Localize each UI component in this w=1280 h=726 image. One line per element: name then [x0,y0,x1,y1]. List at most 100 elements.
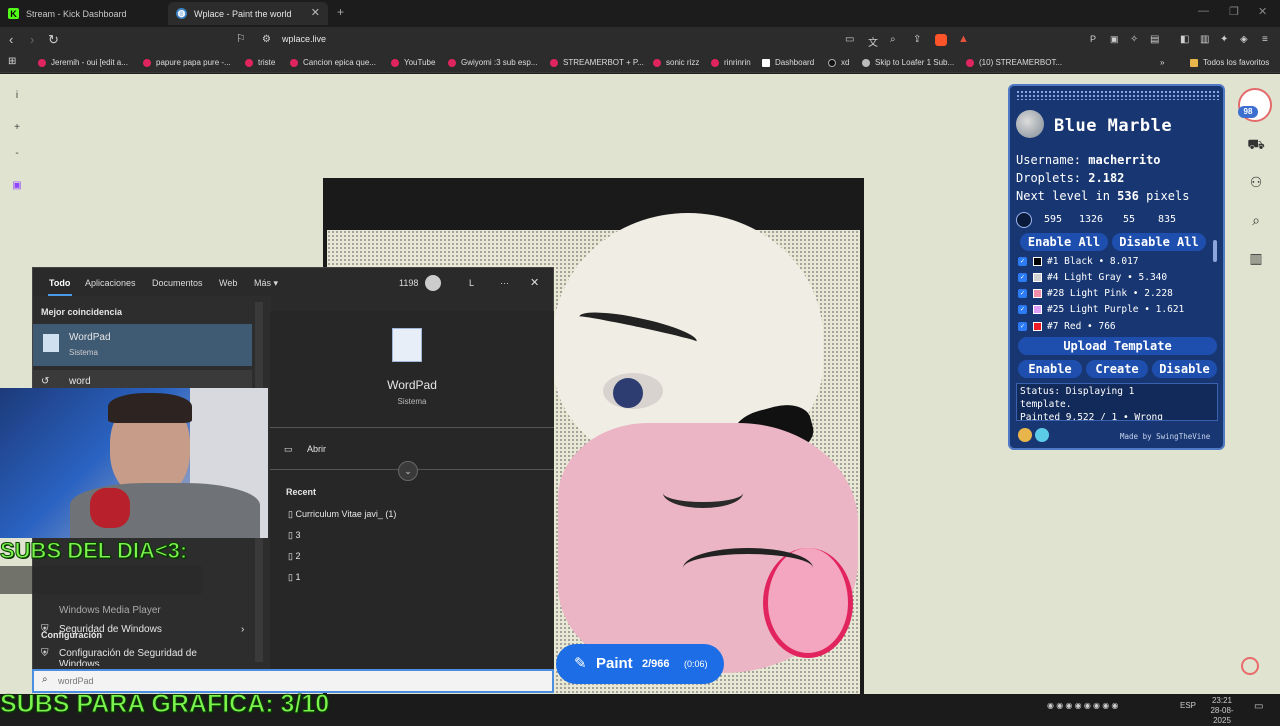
recent-item[interactable]: ▯ 1 [288,572,300,583]
coordinate-pin-icon[interactable] [1016,212,1032,228]
color-row[interactable]: ✓ #4 Light Gray • 5.340 [1018,269,1167,285]
wallet-icon[interactable]: ▥ [1200,34,1209,45]
info-button[interactable]: i [8,86,26,104]
search-tab-more[interactable]: Más ▾ [254,278,278,289]
menu-icon[interactable]: ≡ [1262,34,1268,45]
all-bookmarks[interactable]: Todos los favoritos [1190,58,1269,67]
users-icon[interactable]: ⚇ [1244,170,1268,194]
recent-item[interactable]: ▯ Curriculum Vitae javi_ (1) [288,509,396,520]
tray-icons[interactable]: ◉ ◉ ◉ ◉ ◉ ◉ ◉ ◉ [1047,701,1118,710]
search-tab-apps[interactable]: Aplicaciones [85,278,136,288]
search-map-icon[interactable]: ⌕ [1244,208,1268,232]
screen-icon[interactable]: ▭ [845,34,854,45]
wmp-item[interactable]: Windows Media Player [59,605,161,616]
bookmark-item[interactable]: Jeremih - oui [edit a... [38,58,128,67]
coord-tile-x[interactable]: 595 [1034,214,1072,228]
bookmark-item[interactable]: Cancion epica que... [290,58,376,67]
disable-button[interactable]: Disable [1152,360,1217,378]
color-row[interactable]: ✓ #1 Black • 8.017 [1018,253,1139,269]
color-list-scrollbar[interactable] [1213,240,1217,262]
coord-pixel-x[interactable]: 55 [1110,214,1148,228]
zoom-in-button[interactable]: + [8,118,26,136]
more-options-icon[interactable]: ··· [500,278,509,288]
blue-marble-logo-icon[interactable] [1016,110,1044,138]
settings-icon[interactable] [1035,428,1049,442]
bookmark-item[interactable]: STREAMERBOT + P... [550,58,644,67]
twitch-icon[interactable]: ▣ [8,176,26,194]
reload-icon[interactable]: ↻ [48,32,59,48]
status-box[interactable]: Status: Displaying 1 template. Painted 9… [1016,383,1218,421]
enable-all-button[interactable]: Enable All [1020,233,1108,251]
close-tab-icon[interactable]: ✕ [311,6,320,19]
translate-icon[interactable]: 文 [868,34,878,49]
bookmark-item[interactable]: triste [245,58,275,67]
search-tab-all[interactable]: Todo [49,278,70,288]
color-row[interactable]: ✓ #25 Light Purple • 1.621 [1018,301,1184,317]
back-icon[interactable]: ‹ [9,32,13,47]
best-match-item[interactable]: WordPad Sistema [33,324,252,366]
clock[interactable]: 23:21 28-08-2025 [1202,696,1242,726]
coord-tile-y[interactable]: 1326 [1072,214,1110,228]
bookmark-item[interactable]: xd [828,58,849,67]
config-item[interactable]: ⛨ Seguridad de Windows › [33,620,253,640]
emoji-icon[interactable] [1018,428,1032,442]
paint-button[interactable]: ✎ Paint 2/966 (0:06) [556,644,724,684]
disable-all-button[interactable]: Disable All [1112,233,1206,251]
leo-icon[interactable]: ✦ [1220,34,1228,45]
locate-icon[interactable] [1241,657,1259,675]
rewards-points[interactable]: 1198 [399,278,418,288]
forward-icon[interactable]: › [30,32,34,47]
account-avatar[interactable]: L [469,278,474,288]
tab-wplace[interactable]: ◍ Wplace - Paint the world ✕ [168,2,328,25]
bookmark-item[interactable]: Dashboard [762,58,814,67]
bookmark-item[interactable]: sonic rizz [653,58,699,67]
minimize-icon[interactable]: — [1198,5,1209,17]
zoom-out-button[interactable]: - [8,144,26,162]
search-tab-documents[interactable]: Documentos [152,278,203,288]
bookmark-item[interactable]: Gwiyomi :3 sub esp... [448,58,537,67]
url-text[interactable]: wplace.live [282,34,326,44]
open-action[interactable]: ▭ Abrir [284,439,484,455]
rewards-icon[interactable] [425,275,441,291]
search-tab-web[interactable]: Web [219,278,237,288]
bookmark-item[interactable]: YouTube [391,58,435,67]
close-window-icon[interactable]: ✕ [1258,5,1267,18]
bookmark-icon[interactable]: ⚐ [236,32,246,45]
coord-pixel-y[interactable]: 835 [1148,214,1186,228]
puzzle-icon[interactable]: ✧ [1130,34,1138,45]
create-button[interactable]: Create [1086,360,1148,378]
maximize-icon[interactable]: ❐ [1229,5,1239,18]
enable-button[interactable]: Enable [1018,360,1082,378]
recent-item[interactable]: ▯ 2 [288,551,300,562]
sidebar-icon[interactable]: ◧ [1180,34,1189,45]
vpn-icon[interactable]: ◈ [1240,34,1248,45]
bookmark-item[interactable]: rinrinrin [711,58,751,67]
bookmark-item[interactable]: papure papa pure -... [143,58,231,67]
bookmark-item[interactable]: (10) STREAMERBOT... [966,58,1062,67]
notification-icon[interactable]: ▭ [1254,701,1263,712]
leaderboard-icon[interactable]: ▥ [1244,246,1268,270]
drag-handle[interactable] [1016,90,1219,100]
more-bookmarks-icon[interactable]: » [1160,58,1164,67]
cart-icon[interactable]: ⛟ [1244,132,1268,156]
close-search-icon[interactable]: ✕ [530,276,539,289]
config-item[interactable]: ⛨ Configuración de Seguridad de Windows [33,646,253,666]
apps-icon[interactable]: ⊞ [8,56,16,67]
bookmark-item[interactable]: Skip to Loafer 1 Sub... [862,58,954,67]
expand-chevron-icon[interactable]: ⌄ [398,461,418,481]
upload-template-button[interactable]: Upload Template [1018,337,1217,355]
zoom-icon[interactable]: ⌕ [890,34,896,45]
extension-p-icon[interactable]: P [1090,34,1096,44]
extension-icon[interactable]: ▣ [1110,34,1119,45]
language-indicator[interactable]: ESP [1180,701,1196,710]
new-tab-icon[interactable]: + [337,5,344,19]
share-icon[interactable]: ⇪ [913,34,921,45]
color-row[interactable]: ✓ #28 Light Pink • 2.228 [1018,285,1173,301]
brave-rewards-icon[interactable]: ▲ [958,33,969,45]
media-icon[interactable]: ▤ [1150,34,1159,45]
recent-item[interactable]: ▯ 3 [288,530,300,541]
site-info-icon[interactable]: ⚙ [262,34,271,45]
brave-shield-icon[interactable] [935,34,947,46]
color-row[interactable]: ✓ #7 Red • 766 [1018,318,1116,334]
tab-kick[interactable]: K Stream - Kick Dashboard [0,2,166,25]
